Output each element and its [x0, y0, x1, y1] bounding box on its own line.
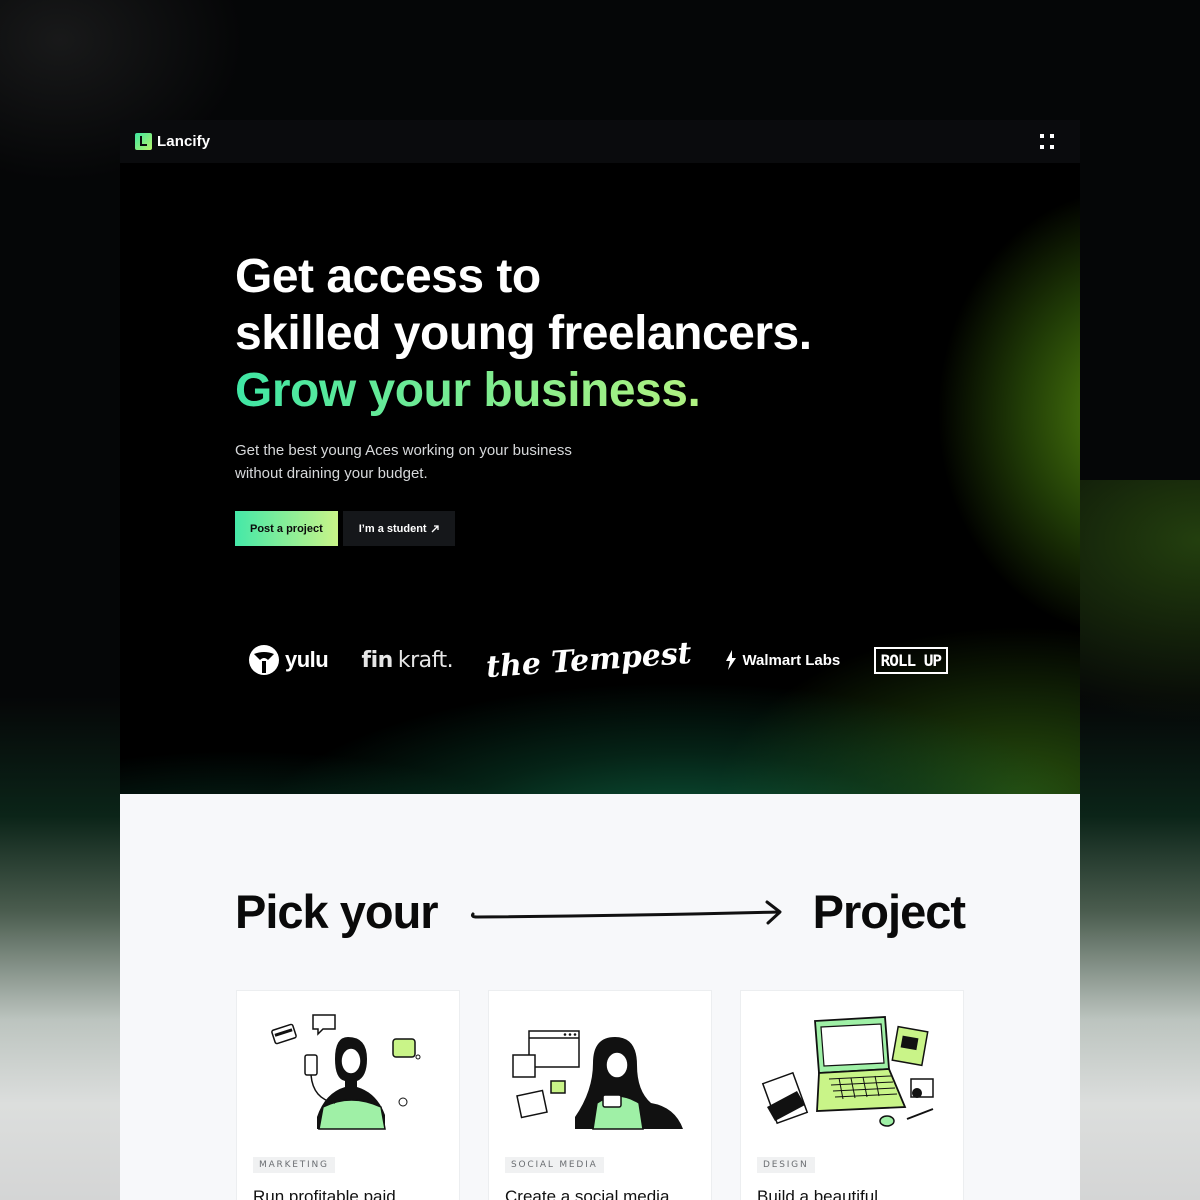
card-title: Run profitable paid ads	[253, 1187, 396, 1200]
hero-headline-line2: skilled young freelancers.	[235, 307, 812, 360]
bolt-icon	[726, 650, 737, 670]
yulu-mark-icon	[249, 645, 279, 675]
yulu-logo: yulu	[248, 644, 329, 676]
student-button-label: I’m a student	[358, 522, 427, 535]
yulu-wordmark: yulu	[285, 647, 329, 672]
arrow-right-icon	[471, 900, 782, 925]
finkraft-bold: fin	[361, 647, 394, 673]
hero-headline-line3: Grow your business.	[235, 362, 812, 419]
grid-menu-icon[interactable]	[1040, 133, 1056, 150]
arrow-up-right-icon	[431, 524, 439, 532]
project-card-social-media[interactable]: SOCIAL MEDIA Create a social media plan	[488, 990, 712, 1200]
project-card-design[interactable]: DESIGN Build a beautiful website	[740, 990, 964, 1200]
hero-subtitle: Get the best young Aces working on your …	[235, 442, 572, 482]
tempest-logo: the Tempest	[485, 635, 694, 685]
finkraft-light: kraft.	[397, 647, 454, 673]
website-frame: Lancify Get access to skilled young free…	[120, 120, 1080, 1200]
pick-heading-right: Project	[812, 885, 966, 938]
walmart-labs-wordmark: Walmart Labs	[742, 651, 841, 669]
rollup-logo: ROLL UP	[873, 646, 948, 674]
hero-section: Get access to skilled young freelancers.…	[120, 163, 1080, 794]
brand-name: Lancify	[157, 133, 211, 150]
card-tag: SOCIAL MEDIA	[505, 1157, 604, 1173]
marketing-illustration-icon	[271, 1014, 421, 1130]
lancify-logo-icon	[135, 133, 152, 150]
hero-headline-line1: Get access to	[235, 250, 541, 303]
client-logos: yulu fin kraft. the Tempest Walmart Labs …	[248, 630, 948, 690]
student-button[interactable]: I’m a student	[342, 511, 455, 546]
project-card-marketing[interactable]: MARKETING Run profitable paid ads	[236, 990, 460, 1200]
card-tag: DESIGN	[757, 1157, 815, 1173]
finkraft-logo: fin kraft.	[362, 648, 454, 673]
card-tag: MARKETING	[253, 1157, 335, 1173]
top-navbar: Lancify	[120, 120, 1080, 163]
card-title: Build a beautiful website	[757, 1187, 878, 1200]
social-media-illustration-icon	[512, 1030, 683, 1130]
walmart-labs-logo: Walmart Labs	[725, 650, 840, 670]
post-project-button[interactable]: Post a project	[235, 511, 338, 546]
design-illustration-icon	[761, 1016, 934, 1127]
projects-section: Pick your Project MARKETING Run profitab…	[120, 794, 1080, 1200]
pick-heading-left: Pick your	[235, 885, 439, 938]
brand-link[interactable]: Lancify	[135, 133, 210, 150]
card-title: Create a social media plan	[505, 1187, 670, 1200]
